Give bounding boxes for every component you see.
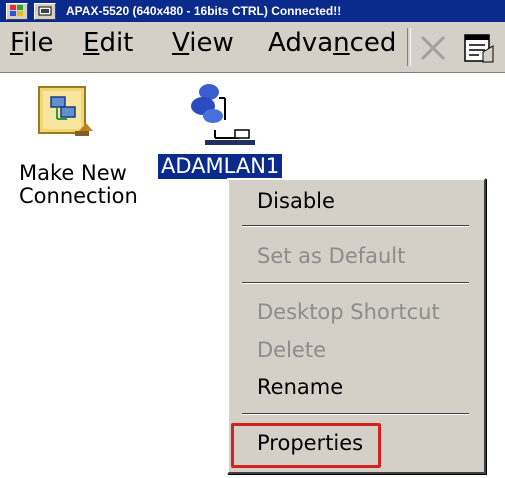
properties-icon — [464, 34, 494, 63]
menu-advanced[interactable]: Advanced — [268, 28, 396, 58]
context-menu-delete: Delete — [257, 338, 326, 362]
menu-file[interactable]: File — [10, 28, 54, 58]
make-new-connection-label-line2: Connection — [19, 184, 138, 208]
desktop-icon[interactable] — [34, 2, 56, 20]
menu-file-mnemonic: F — [10, 28, 24, 58]
menu-bar: File Edit View Advanced — [0, 22, 505, 73]
context-menu-rename[interactable]: Rename — [257, 373, 343, 401]
menu-edit-mnemonic: E — [83, 28, 100, 58]
menu-edit-label: dit — [99, 28, 134, 58]
menu-view-label: iew — [189, 28, 234, 58]
network-connection-icon — [191, 84, 255, 145]
menu-view[interactable]: View — [172, 28, 234, 58]
context-menu-set-as-default: Set as Default — [257, 244, 406, 268]
delete-icon — [420, 35, 446, 61]
start-icon[interactable] — [6, 2, 28, 20]
toolbar-separator — [407, 28, 411, 66]
menu-view-mnemonic: V — [172, 28, 190, 58]
context-menu-separator — [242, 282, 469, 284]
context-menu-disable[interactable]: Disable — [257, 187, 335, 215]
make-new-connection-label-line1: Make New — [19, 161, 127, 185]
make-new-connection-icon — [38, 86, 93, 136]
menu-edit[interactable]: Edit — [83, 28, 133, 58]
adamlan1-label: ADAMLAN1 — [158, 154, 283, 179]
delete-button[interactable] — [413, 30, 453, 66]
make-new-connection-shortcut[interactable] — [35, 83, 95, 145]
title-bar: APAX-5520 (640x480 - 16bits CTRL) Connec… — [0, 0, 505, 22]
menu-advanced-mnemonic: n — [333, 28, 350, 58]
context-menu-separator — [242, 225, 469, 227]
menu-file-label: ile — [23, 28, 54, 58]
menu-advanced-label-pre: Adva — [268, 28, 334, 58]
properties-highlight-box — [231, 423, 381, 468]
context-menu-separator — [242, 413, 469, 415]
properties-button[interactable] — [458, 30, 498, 66]
window-title: APAX-5520 (640x480 - 16bits CTRL) Connec… — [66, 4, 342, 18]
context-menu-desktop-shortcut: Desktop Shortcut — [257, 300, 440, 324]
menu-advanced-label-post: ced — [349, 28, 397, 58]
adamlan1-connection[interactable] — [185, 78, 265, 152]
